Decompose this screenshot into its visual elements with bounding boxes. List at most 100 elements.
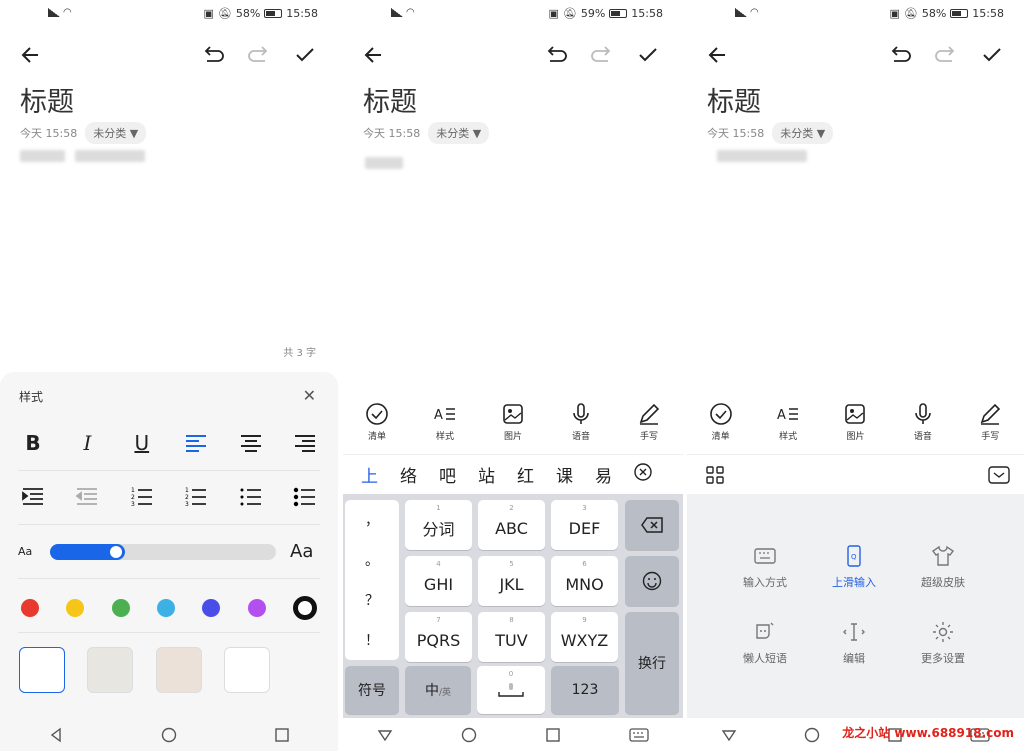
nav-home-icon[interactable]: [461, 727, 477, 743]
nav-back-icon[interactable]: [377, 727, 393, 743]
back-arrow-icon[interactable]: [703, 40, 733, 70]
category-dropdown[interactable]: 未分类 ▼: [428, 122, 490, 144]
candidate-word[interactable]: 络: [400, 462, 417, 487]
text-color-swatch[interactable]: [156, 599, 175, 617]
note-title[interactable]: 标题: [707, 80, 761, 119]
nav-recent-icon[interactable]: [545, 727, 561, 743]
punctuation-key[interactable]: 。: [365, 550, 379, 570]
punctuation-key[interactable]: ！: [365, 630, 379, 650]
checklist-tool[interactable]: 清单: [352, 402, 402, 448]
clear-input-icon[interactable]: [634, 463, 652, 486]
t9-key[interactable]: 5 JKL: [478, 556, 545, 606]
candidate-word[interactable]: 吧: [439, 462, 456, 487]
t9-key[interactable]: 1 分词: [405, 500, 472, 550]
redo-icon[interactable]: [587, 40, 617, 70]
text-color-swatch[interactable]: [66, 599, 85, 617]
indent-icon[interactable]: [18, 482, 48, 512]
voice-tool[interactable]: 语音: [898, 402, 948, 448]
style-tool[interactable]: A 样式: [763, 402, 813, 448]
bullet-list-icon[interactable]: [236, 482, 266, 512]
undo-icon[interactable]: [885, 40, 915, 70]
close-icon[interactable]: ✕: [303, 386, 316, 405]
text-color-swatch[interactable]: [247, 599, 266, 617]
category-dropdown[interactable]: 未分类 ▼: [85, 122, 147, 144]
note-title[interactable]: 标题: [20, 80, 74, 119]
bold-button[interactable]: B: [18, 428, 48, 458]
ime-menu-item[interactable]: 超级皮肤: [903, 544, 983, 590]
numbered-list-alt-icon[interactable]: 123: [181, 482, 211, 512]
align-left-icon[interactable]: [181, 428, 211, 458]
menu-grid-icon[interactable]: [705, 465, 725, 485]
punctuation-key[interactable]: ，: [365, 510, 379, 530]
image-tool[interactable]: 图片: [488, 402, 538, 448]
ime-menu-item[interactable]: 更多设置: [903, 620, 983, 666]
font-size-slider[interactable]: [50, 544, 276, 560]
enter-key[interactable]: 换行: [625, 612, 679, 714]
nav-back-icon[interactable]: [48, 727, 64, 743]
image-tool[interactable]: 图片: [830, 402, 880, 448]
punctuation-column[interactable]: ， 。 ？ ！: [345, 500, 399, 660]
candidate-word[interactable]: 红: [517, 462, 534, 487]
candidate-word[interactable]: 站: [478, 462, 495, 487]
symbols-key[interactable]: 符号: [345, 666, 399, 714]
collapse-keyboard-icon[interactable]: [988, 465, 1010, 484]
t9-key[interactable]: 9 WXYZ: [551, 612, 618, 662]
ime-menu-item[interactable]: 输入方式: [725, 544, 805, 590]
text-color-swatch[interactable]: [111, 599, 130, 617]
undo-icon[interactable]: [198, 40, 228, 70]
undo-icon[interactable]: [541, 40, 571, 70]
language-switch-key[interactable]: 中/英: [405, 666, 471, 714]
confirm-check-icon[interactable]: [633, 40, 663, 70]
align-right-icon[interactable]: [290, 428, 320, 458]
keyboard-hide-icon[interactable]: [629, 727, 649, 743]
nav-home-icon[interactable]: [161, 727, 177, 743]
checklist-tool[interactable]: 清单: [696, 402, 746, 448]
background-swatch[interactable]: [155, 647, 202, 693]
t9-key[interactable]: 4 GHI: [405, 556, 472, 606]
t9-key[interactable]: 2 ABC: [478, 500, 545, 550]
back-arrow-icon[interactable]: [16, 40, 46, 70]
handwriting-tool[interactable]: 手写: [624, 402, 674, 448]
t9-key[interactable]: 7 PQRS: [405, 612, 472, 662]
ime-menu-item[interactable]: Q 上滑输入: [814, 544, 894, 590]
candidate-word[interactable]: 易: [595, 462, 612, 487]
ime-menu-item[interactable]: 懒人短语: [725, 620, 805, 666]
nav-home-icon[interactable]: [804, 727, 820, 743]
font-size-slider-knob[interactable]: [109, 546, 122, 558]
space-key[interactable]: 0: [477, 666, 545, 714]
redo-icon[interactable]: [931, 40, 961, 70]
back-arrow-icon[interactable]: [359, 40, 389, 70]
t9-key[interactable]: 6 MNO: [551, 556, 618, 606]
candidate-word[interactable]: 上: [361, 462, 378, 487]
nav-back-icon[interactable]: [721, 727, 737, 743]
confirm-check-icon[interactable]: [977, 40, 1007, 70]
handwriting-tool[interactable]: 手写: [965, 402, 1015, 448]
redo-icon[interactable]: [244, 40, 274, 70]
number-key[interactable]: 123: [551, 666, 619, 714]
outdent-icon[interactable]: [72, 482, 102, 512]
background-swatch[interactable]: [223, 647, 270, 693]
note-title[interactable]: 标题: [363, 80, 417, 119]
emoji-key[interactable]: [625, 556, 679, 606]
backspace-key[interactable]: [625, 500, 679, 550]
text-color-swatch[interactable]: [292, 596, 317, 620]
bullet-list-bold-icon[interactable]: [290, 482, 320, 512]
category-dropdown[interactable]: 未分类 ▼: [772, 122, 834, 144]
t9-key[interactable]: 8 TUV: [478, 612, 545, 662]
style-tool[interactable]: A 样式: [420, 402, 470, 448]
punctuation-key[interactable]: ？: [365, 590, 379, 610]
numbered-list-icon[interactable]: 123: [127, 482, 157, 512]
text-color-swatch[interactable]: [21, 599, 39, 617]
background-swatch[interactable]: [87, 647, 134, 693]
confirm-check-icon[interactable]: [290, 40, 320, 70]
nav-recent-icon[interactable]: [274, 727, 290, 743]
voice-tool[interactable]: 语音: [556, 402, 606, 448]
align-center-icon[interactable]: [236, 428, 266, 458]
text-color-swatch[interactable]: [202, 599, 221, 617]
candidate-word[interactable]: 课: [556, 462, 573, 487]
italic-button[interactable]: I: [72, 428, 102, 458]
t9-key[interactable]: 3 DEF: [551, 500, 618, 550]
background-swatch[interactable]: [19, 647, 65, 693]
underline-button[interactable]: U: [127, 428, 157, 458]
ime-menu-item[interactable]: 编辑: [814, 620, 894, 666]
